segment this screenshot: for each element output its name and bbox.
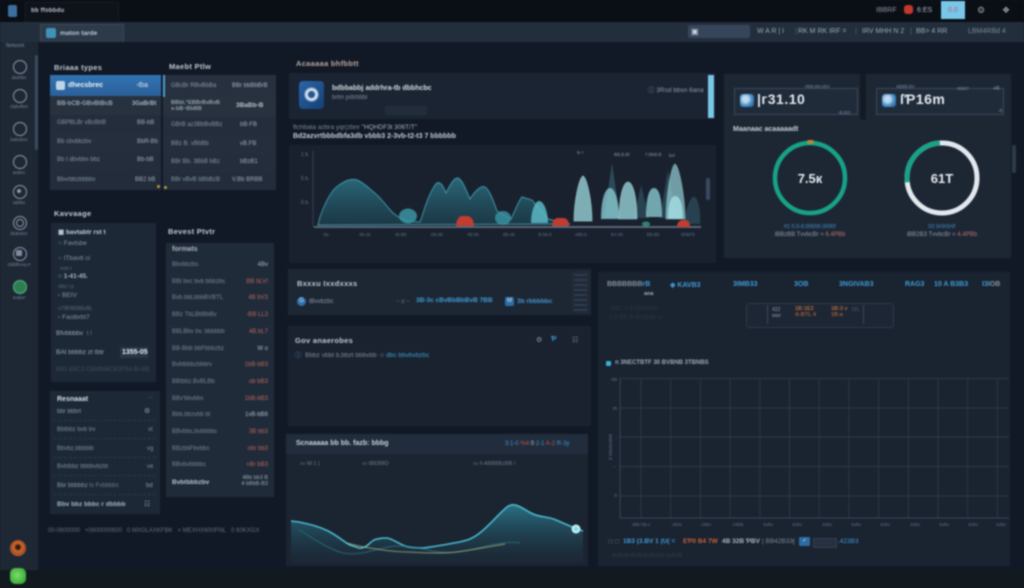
svg-text:m: m <box>613 406 617 412</box>
svg-text:BA.bb: BA.bb <box>611 232 624 237</box>
svg-text:BhBFb: BhBFb <box>681 232 695 237</box>
svg-text:Bb.4b: Bb.4b <box>503 232 515 237</box>
svg-text:Db.bb: Db.bb <box>431 232 444 237</box>
svg-text:no: no <box>611 377 617 383</box>
svg-text:4Bb.b: 4Bb.b <box>575 232 587 237</box>
svg-text:BB.Bb: BB.Bb <box>647 232 660 237</box>
svg-text:v3Bv: v3Bv <box>701 522 712 527</box>
svg-text:vB3v: vB3v <box>672 522 683 527</box>
svg-text:ls +: ls + <box>577 150 585 155</box>
svg-text:B BBvBzBbB: B BBvBzBbB <box>608 434 613 460</box>
svg-text:3vBv: 3vBv <box>939 522 950 527</box>
svg-text:B-bb.b: B-bb.b <box>538 232 552 237</box>
svg-text:4B.bb: 4B.bb <box>467 232 479 237</box>
svg-text:v3BB: v3BB <box>733 522 744 527</box>
svg-text:3vBv: 3vBv <box>763 522 774 527</box>
svg-text:-: - <box>615 435 617 441</box>
svg-text:5 b: 5 b <box>301 176 308 182</box>
svg-text:1 b: 1 b <box>301 152 308 158</box>
svg-text:bzl: bzl <box>669 153 675 158</box>
svg-text:Bi-Bb: Bi-Bb <box>395 232 407 237</box>
svg-text:bb.zb: bb.zb <box>359 232 371 237</box>
svg-text:7.5к: 7.5к <box>798 171 823 186</box>
svg-text:-: - <box>613 464 615 470</box>
svg-text:61T: 61T <box>931 171 953 186</box>
svg-text:3vBv: 3vBv <box>910 522 921 527</box>
svg-text:BB.B.Bl: BB.B.Bl <box>614 152 630 157</box>
svg-text:3vBv: 3vBv <box>851 522 862 527</box>
svg-text:o: o <box>614 493 617 499</box>
svg-text:3vBv: 3vBv <box>792 522 803 527</box>
svg-text:0 b: 0 b <box>301 200 308 206</box>
svg-text:3vBv: 3vBv <box>822 522 833 527</box>
svg-text:3vBv: 3vBv <box>996 522 1007 527</box>
svg-text:3vBv: 3vBv <box>880 522 891 527</box>
svg-text:9a: 9a <box>323 232 329 237</box>
svg-text:7.BbB.B: 7.BbB.B <box>645 152 662 157</box>
svg-text:3Bb hB.v: 3Bb hB.v <box>632 522 651 527</box>
svg-text:3vBv: 3vBv <box>968 522 979 527</box>
